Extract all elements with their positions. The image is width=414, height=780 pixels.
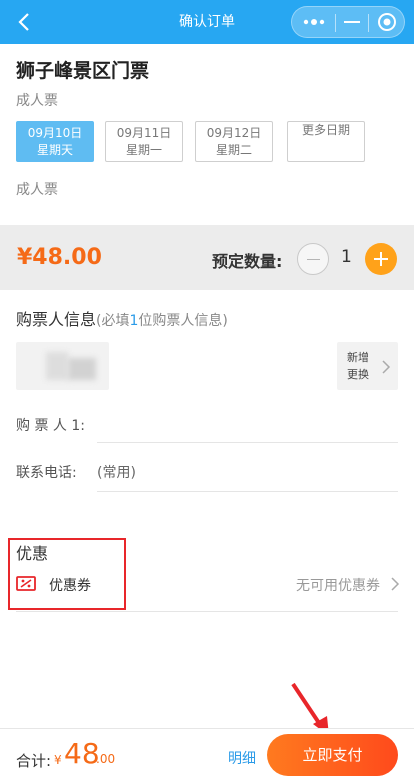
change-label: 更换 (347, 368, 369, 381)
quantity-label: 预定数量: (212, 252, 283, 271)
unit-price: ¥48.00 (17, 245, 102, 270)
buyer-info-heading: 购票人信息 (16, 310, 97, 329)
header-bar: 确认订单 (0, 0, 414, 44)
date-option-date: 09月12日 (206, 126, 262, 140)
quantity-value: 1 (341, 247, 352, 267)
total-label: 合计: (16, 752, 52, 770)
blurred-name (68, 358, 96, 380)
buyer-name-input[interactable] (97, 442, 398, 443)
date-option[interactable]: 09月11日 星期一 (105, 121, 183, 162)
more-dates-label: 更多日期 (301, 123, 350, 137)
coupon-value[interactable]: 无可用优惠券 (296, 575, 380, 595)
add-change-buyer-button[interactable]: 新增 更换 (337, 342, 398, 390)
coupon-section-title: 优惠 (16, 544, 49, 563)
date-option[interactable]: 09月12日 星期二 (195, 121, 273, 162)
date-option-date: 09月11日 (116, 126, 172, 140)
date-option-date: 09月10日 (27, 126, 83, 140)
coupon-divider (16, 611, 398, 612)
more-dates-button[interactable]: 更多日期 (287, 121, 365, 162)
date-option-weekday: 星期天 (36, 143, 73, 157)
checkout-bar: 合计: ¥ 48 .00 明细 立即支付 (0, 728, 414, 780)
capsule-divider (368, 14, 369, 32)
increase-quantity-button[interactable] (365, 243, 397, 275)
date-option-weekday: 星期一 (125, 143, 162, 157)
chevron-right-icon[interactable] (390, 576, 400, 592)
chevron-right-icon (382, 360, 391, 374)
date-option[interactable]: 09月10日 星期天 (16, 121, 94, 162)
ticket-type-label: 成人票 (16, 182, 58, 198)
pay-now-button[interactable]: 立即支付 (267, 734, 398, 776)
total-decimal: .00 (96, 752, 116, 766)
mini-program-capsule (291, 6, 405, 38)
capsule-divider (335, 14, 336, 32)
decrease-quantity-button[interactable] (297, 243, 329, 275)
hint-suffix: 位购票人信息) (138, 313, 228, 329)
product-name: 狮子峰景区门票 (16, 60, 150, 82)
price-quantity-bar: ¥48.00 预定数量: 1 (0, 225, 414, 290)
total-amount: 48 (64, 737, 100, 770)
date-option-weekday: 星期二 (215, 143, 252, 157)
phone-input-hint[interactable]: (常用) (97, 462, 136, 482)
coupon-label[interactable]: 优惠券 (49, 575, 91, 595)
more-dots-icon[interactable] (296, 7, 332, 37)
phone-input-underline (97, 491, 398, 492)
target-circle-icon[interactable] (372, 7, 402, 37)
add-change-label: 新增 更换 (347, 349, 369, 383)
buyer-field-label: 购 票 人 1: (16, 418, 85, 434)
blurred-name (46, 352, 68, 380)
product-type: 成人票 (16, 93, 58, 109)
add-label: 新增 (347, 351, 369, 364)
phone-field-label: 联系电话: (16, 465, 77, 481)
detail-link[interactable]: 明细 (228, 748, 256, 768)
total-currency: ¥ (54, 753, 62, 767)
buyer-info-title: 购票人信息(必填1位购票人信息) (16, 306, 228, 330)
hint-prefix: (必填 (96, 313, 130, 329)
saved-buyer-card[interactable] (16, 342, 109, 390)
minus-icon[interactable] (338, 7, 366, 37)
coupon-ticket-icon (16, 576, 36, 591)
buyer-info-hint: (必填1位购票人信息) (96, 313, 228, 329)
